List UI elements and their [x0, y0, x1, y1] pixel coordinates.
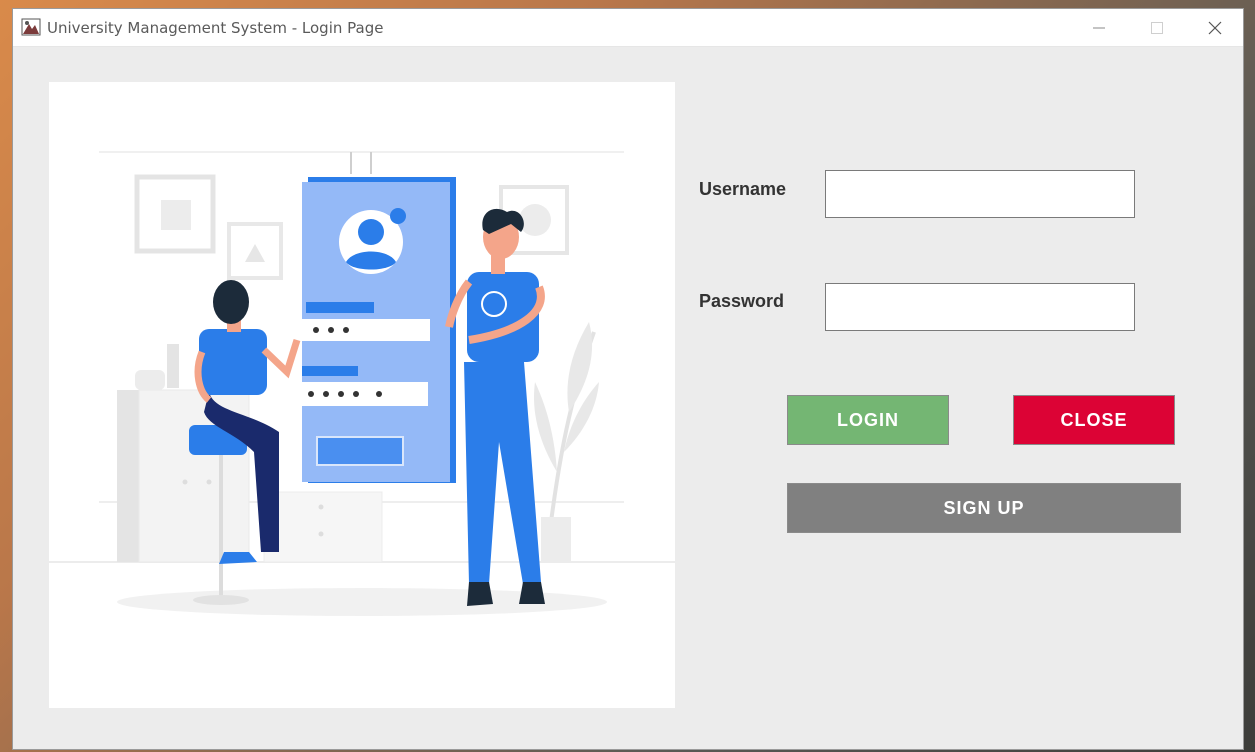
login-button[interactable]: LOGIN: [787, 395, 949, 445]
login-illustration: [49, 82, 675, 708]
minimize-button[interactable]: [1070, 9, 1128, 46]
window-close-button[interactable]: [1186, 9, 1244, 46]
window-title: University Management System - Login Pag…: [47, 19, 384, 37]
minimize-icon: [1093, 27, 1105, 29]
username-input[interactable]: [825, 170, 1135, 218]
signup-button[interactable]: SIGN UP: [787, 483, 1181, 533]
app-icon: [21, 18, 41, 36]
close-icon: [1208, 21, 1222, 35]
password-label: Password: [699, 291, 785, 311]
password-input[interactable]: [825, 283, 1135, 331]
title-bar[interactable]: University Management System - Login Pag…: [13, 9, 1243, 47]
login-window: University Management System - Login Pag…: [12, 8, 1244, 750]
close-button[interactable]: CLOSE: [1013, 395, 1175, 445]
maximize-icon: [1151, 22, 1163, 34]
maximize-button[interactable]: [1128, 9, 1186, 46]
username-label: Username: [699, 179, 787, 199]
